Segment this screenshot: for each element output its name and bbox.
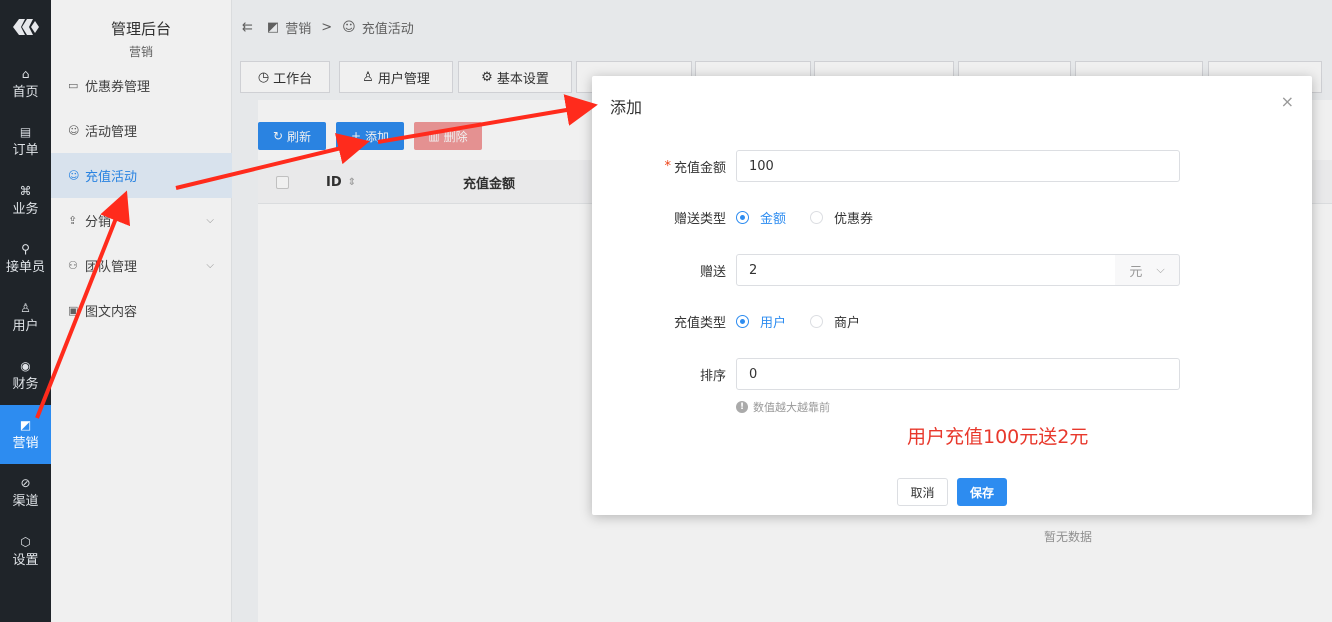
amount-input[interactable]: 100 bbox=[736, 150, 1180, 182]
order-icon: ▤ bbox=[19, 125, 32, 140]
marketing-icon: ◩ bbox=[19, 417, 32, 432]
rail-item-home[interactable]: ⌂ 首页 bbox=[0, 54, 51, 113]
radio-dot bbox=[810, 210, 824, 224]
user-icon: ♙ bbox=[20, 300, 31, 315]
chevron-down-icon: ⌵ bbox=[1156, 263, 1165, 276]
form-row-sort: 排序 0 bbox=[592, 358, 1312, 390]
rail-item-channel[interactable]: ⊘ 渠道 bbox=[0, 464, 51, 523]
sort-label: 排序 bbox=[699, 368, 726, 384]
cancel-button[interactable]: 取消 bbox=[897, 478, 948, 506]
logo-icon bbox=[12, 19, 39, 35]
form-row-gift-type: 赠送类型 金额 优惠券 bbox=[592, 201, 1312, 233]
unit-select[interactable]: 元 ⌵ bbox=[1115, 254, 1180, 286]
home-icon: ⌂ bbox=[21, 66, 30, 81]
bike-icon: ⚲ bbox=[21, 242, 30, 257]
rail-item-orders[interactable]: ▤ 订单 bbox=[0, 113, 51, 172]
radio-label: 商户 bbox=[834, 315, 861, 331]
form-row-amount: * 充值金额 100 bbox=[592, 150, 1312, 182]
radio-label: 金额 bbox=[760, 211, 787, 227]
radio-label: 用户 bbox=[760, 315, 787, 331]
gift-type-coupon-radio[interactable]: 优惠券 bbox=[810, 208, 873, 227]
rail-item-label: 设置 bbox=[12, 552, 39, 568]
rail-item-users[interactable]: ♙ 用户 bbox=[0, 288, 51, 347]
rail-item-runners[interactable]: ⚲ 接单员 bbox=[0, 230, 51, 289]
gift-input[interactable]: 2 bbox=[736, 254, 1116, 286]
dialog-title: 添加 bbox=[610, 98, 643, 117]
gift-type-label: 赠送类型 bbox=[673, 211, 726, 227]
close-icon[interactable]: × bbox=[1281, 92, 1294, 111]
rail-item-label: 营销 bbox=[12, 435, 39, 451]
sort-input[interactable]: 0 bbox=[736, 358, 1180, 390]
gift-type-radio-group: 金额 优惠券 bbox=[736, 201, 897, 233]
recharge-type-radio-group: 用户 商户 bbox=[736, 305, 884, 337]
form-row-recharge-type: 充值类型 用户 商户 bbox=[592, 305, 1312, 337]
unit-value: 元 bbox=[1129, 264, 1143, 280]
info-icon: ! bbox=[736, 401, 748, 413]
amount-label: * 充值金额 bbox=[664, 150, 726, 182]
rail-item-label: 订单 bbox=[12, 143, 39, 159]
settings-icon: ⬡ bbox=[20, 534, 31, 549]
radio-dot bbox=[810, 314, 824, 328]
form-row-gift: 赠送 2 元 ⌵ bbox=[592, 254, 1312, 286]
rail-item-label: 用户 bbox=[12, 318, 39, 334]
rail-item-marketing[interactable]: ◩ 营销 bbox=[0, 405, 51, 464]
business-icon: ⌘ bbox=[19, 183, 32, 198]
rail-item-label: 财务 bbox=[12, 377, 39, 393]
rail-item-finance[interactable]: ◉ 财务 bbox=[0, 347, 51, 406]
recharge-type-user-radio[interactable]: 用户 bbox=[736, 312, 786, 331]
logo bbox=[0, 0, 51, 54]
radio-dot bbox=[736, 210, 749, 224]
save-button[interactable]: 保存 bbox=[957, 478, 1007, 506]
sort-hint: ! 数值越大越靠前 bbox=[736, 399, 830, 415]
radio-dot bbox=[736, 314, 749, 328]
rail-item-label: 接单员 bbox=[5, 260, 45, 276]
finance-icon: ◉ bbox=[20, 359, 31, 374]
channel-icon: ⊘ bbox=[20, 476, 31, 491]
sort-hint-text: 数值越大越靠前 bbox=[753, 401, 830, 414]
recharge-type-label: 充值类型 bbox=[673, 315, 726, 331]
add-dialog: 添加 × * 充值金额 100 赠送类型 金额 优惠券 赠送 2 元 ⌵ 充值类… bbox=[592, 76, 1312, 515]
rail-item-settings[interactable]: ⬡ 设置 bbox=[0, 522, 51, 581]
gift-label: 赠送 bbox=[699, 264, 726, 280]
rail-item-label: 渠道 bbox=[12, 494, 39, 510]
radio-label: 优惠券 bbox=[834, 211, 874, 227]
rail-item-business[interactable]: ⌘ 业务 bbox=[0, 171, 51, 230]
rail-item-label: 业务 bbox=[12, 201, 39, 217]
rail-item-label: 首页 bbox=[12, 84, 39, 100]
amount-label-text: 充值金额 bbox=[673, 160, 726, 176]
required-mark: * bbox=[664, 158, 671, 174]
annotation-note: 用户充值100元送2元 bbox=[907, 426, 1089, 448]
gift-type-amount-radio[interactable]: 金额 bbox=[736, 208, 786, 227]
icon-rail: ⌂ 首页 ▤ 订单 ⌘ 业务 ⚲ 接单员 ♙ 用户 ◉ 财务 ◩ 营销 ⊘ 渠道… bbox=[0, 0, 51, 622]
recharge-type-merchant-radio[interactable]: 商户 bbox=[810, 312, 860, 331]
